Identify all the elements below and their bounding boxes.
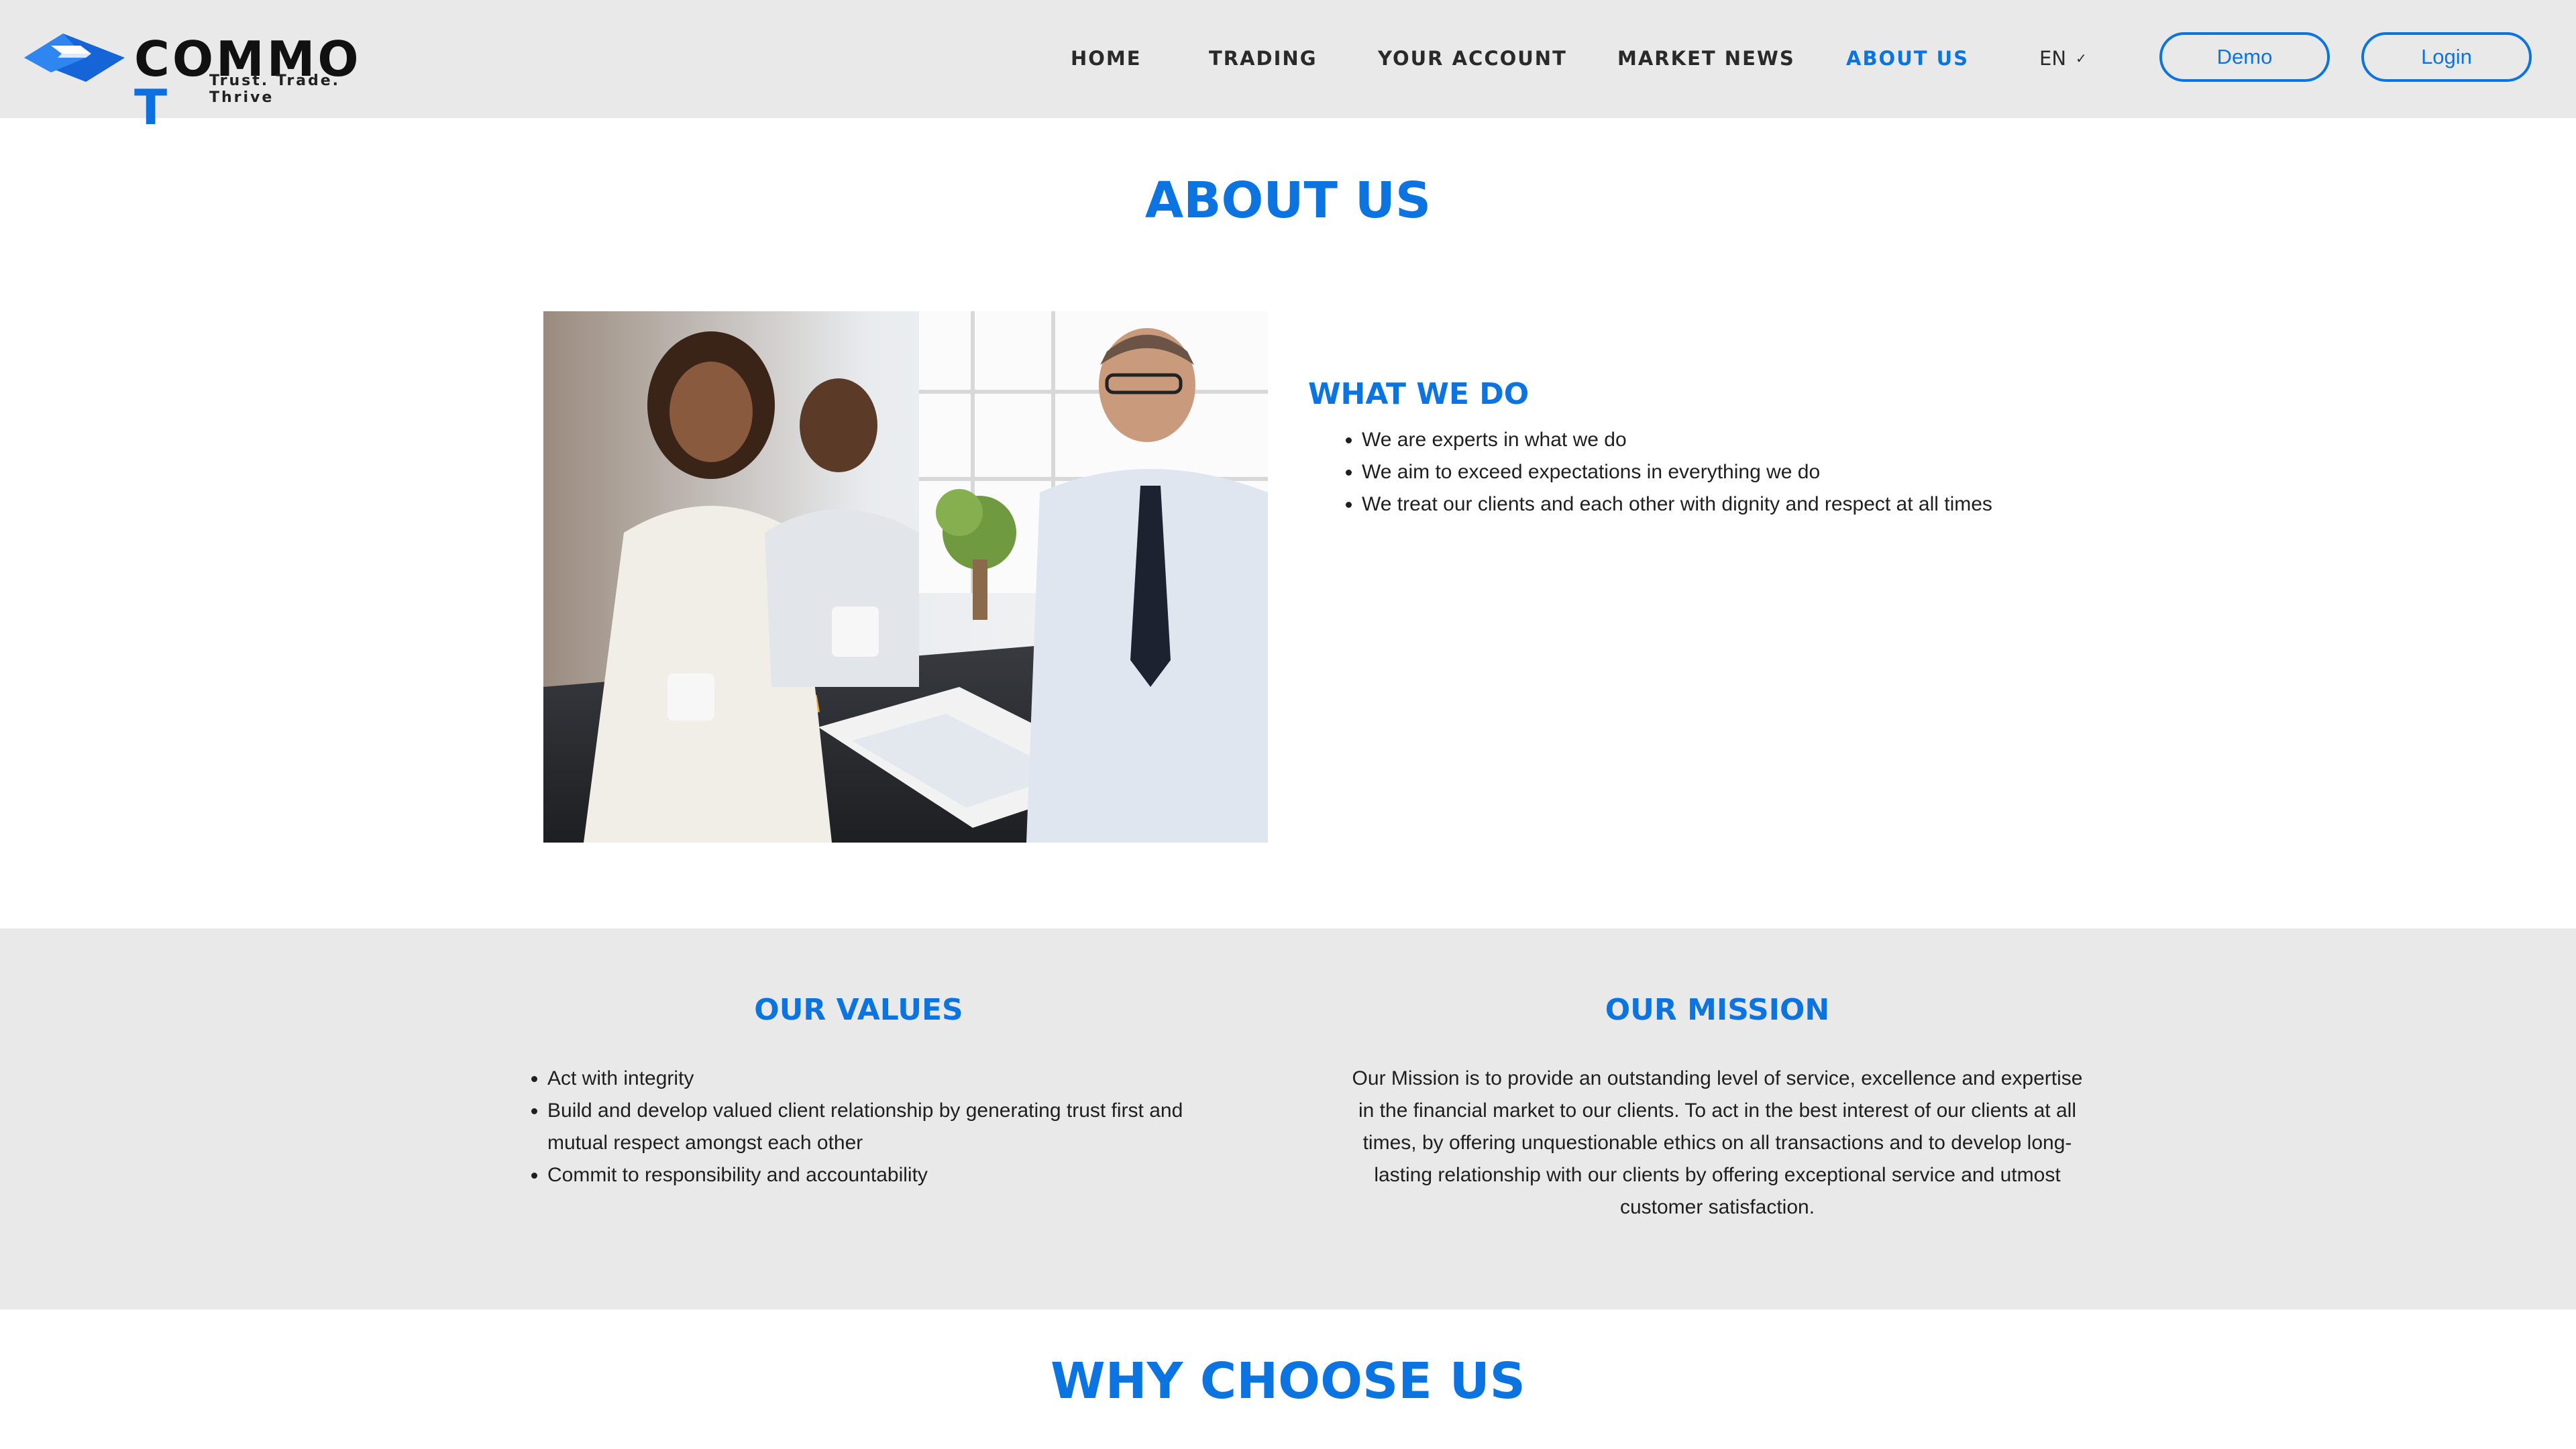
brand-logo[interactable]: COMMO T Trust. Trade. Thrive — [24, 31, 373, 131]
demo-button[interactable]: Demo — [2159, 32, 2330, 82]
what-we-do-heading: WHAT WE DO — [1308, 377, 1529, 411]
values-mission-section — [0, 928, 2576, 1309]
list-item: We aim to exceed expectations in everyth… — [1362, 456, 2301, 488]
our-values-list: Act with integrity Build and develop val… — [521, 1063, 1245, 1191]
team-meeting-photo — [543, 311, 1268, 843]
login-button[interactable]: Login — [2361, 32, 2532, 82]
list-item: Build and develop valued client relation… — [547, 1095, 1245, 1159]
what-we-do-list: We are experts in what we do We aim to e… — [1335, 424, 2301, 521]
team-meeting-image — [543, 311, 1268, 843]
our-values-heading: OUR VALUES — [754, 993, 963, 1027]
list-item: Commit to responsibility and accountabil… — [547, 1159, 1245, 1191]
our-mission-text: Our Mission is to provide an outstanding… — [1352, 1067, 2083, 1218]
our-mission-heading: OUR MISSION — [1605, 993, 1830, 1027]
list-item: We treat our clients and each other with… — [1362, 488, 2301, 521]
site-header: COMMO T Trust. Trade. Thrive HOME TRADIN… — [0, 0, 2576, 131]
why-choose-us-heading: WHY CHOOSE US — [1051, 1352, 1525, 1410]
nav-item-trading[interactable]: TRADING — [1209, 47, 1318, 70]
nav-item-about-us[interactable]: ABOUT US — [1846, 47, 1969, 70]
language-label: EN — [2039, 47, 2067, 70]
list-item: Act with integrity — [547, 1063, 1245, 1095]
logo-diamond-icon — [24, 34, 125, 82]
chevron-down-icon: ✓ — [2076, 50, 2087, 66]
brand-tagline: Trust. Trade. Thrive — [209, 72, 341, 106]
language-selector[interactable]: EN ✓ — [2039, 47, 2087, 70]
nav-item-home[interactable]: HOME — [1071, 47, 1142, 70]
nav-item-your-account[interactable]: YOUR ACCOUNT — [1378, 47, 1567, 70]
page-title: ABOUT US — [1144, 172, 1432, 229]
nav-item-market-news[interactable]: MARKET NEWS — [1617, 47, 1795, 70]
list-item: We are experts in what we do — [1362, 424, 2301, 456]
